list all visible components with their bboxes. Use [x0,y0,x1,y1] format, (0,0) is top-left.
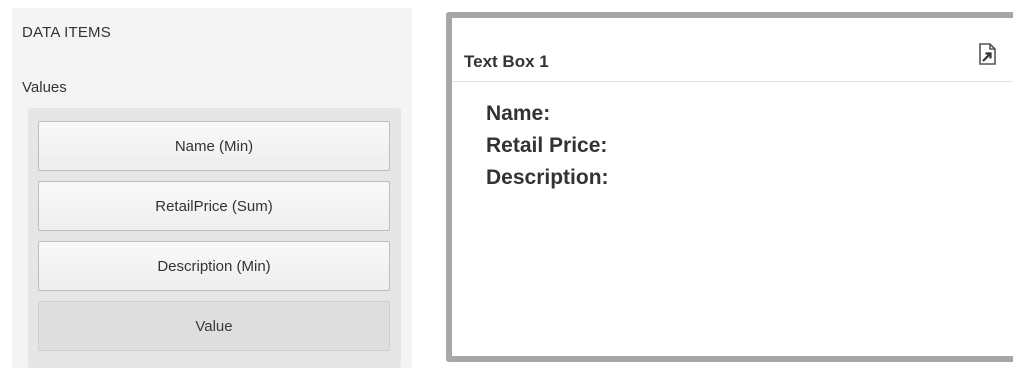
value-placeholder-slot[interactable]: Value [38,301,390,351]
data-items-panel: DATA ITEMS Values Name (Min) RetailPrice… [12,8,412,368]
text-box-item[interactable]: Text Box 1 Name: Retail Price: Descripti… [446,12,1013,362]
text-box-caption: Text Box 1 [452,18,1013,82]
data-item-retail-price[interactable]: RetailPrice (Sum) [38,181,390,231]
values-section-label: Values [22,79,67,96]
data-item-description[interactable]: Description (Min) [38,241,390,291]
values-drop-area[interactable]: Name (Min) RetailPrice (Sum) Description… [28,108,401,368]
export-icon[interactable] [975,42,999,66]
dashboard-designer: DATA ITEMS Values Name (Min) RetailPrice… [0,0,1013,368]
data-item-name[interactable]: Name (Min) [38,121,390,171]
text-box-content: Name: Retail Price: Description: [486,98,609,194]
field-label-description: Description: [486,166,609,189]
text-box-title: Text Box 1 [464,52,549,71]
field-label-retail-price: Retail Price: [486,134,608,157]
field-label-name: Name: [486,102,551,125]
data-items-header: DATA ITEMS [22,24,111,41]
